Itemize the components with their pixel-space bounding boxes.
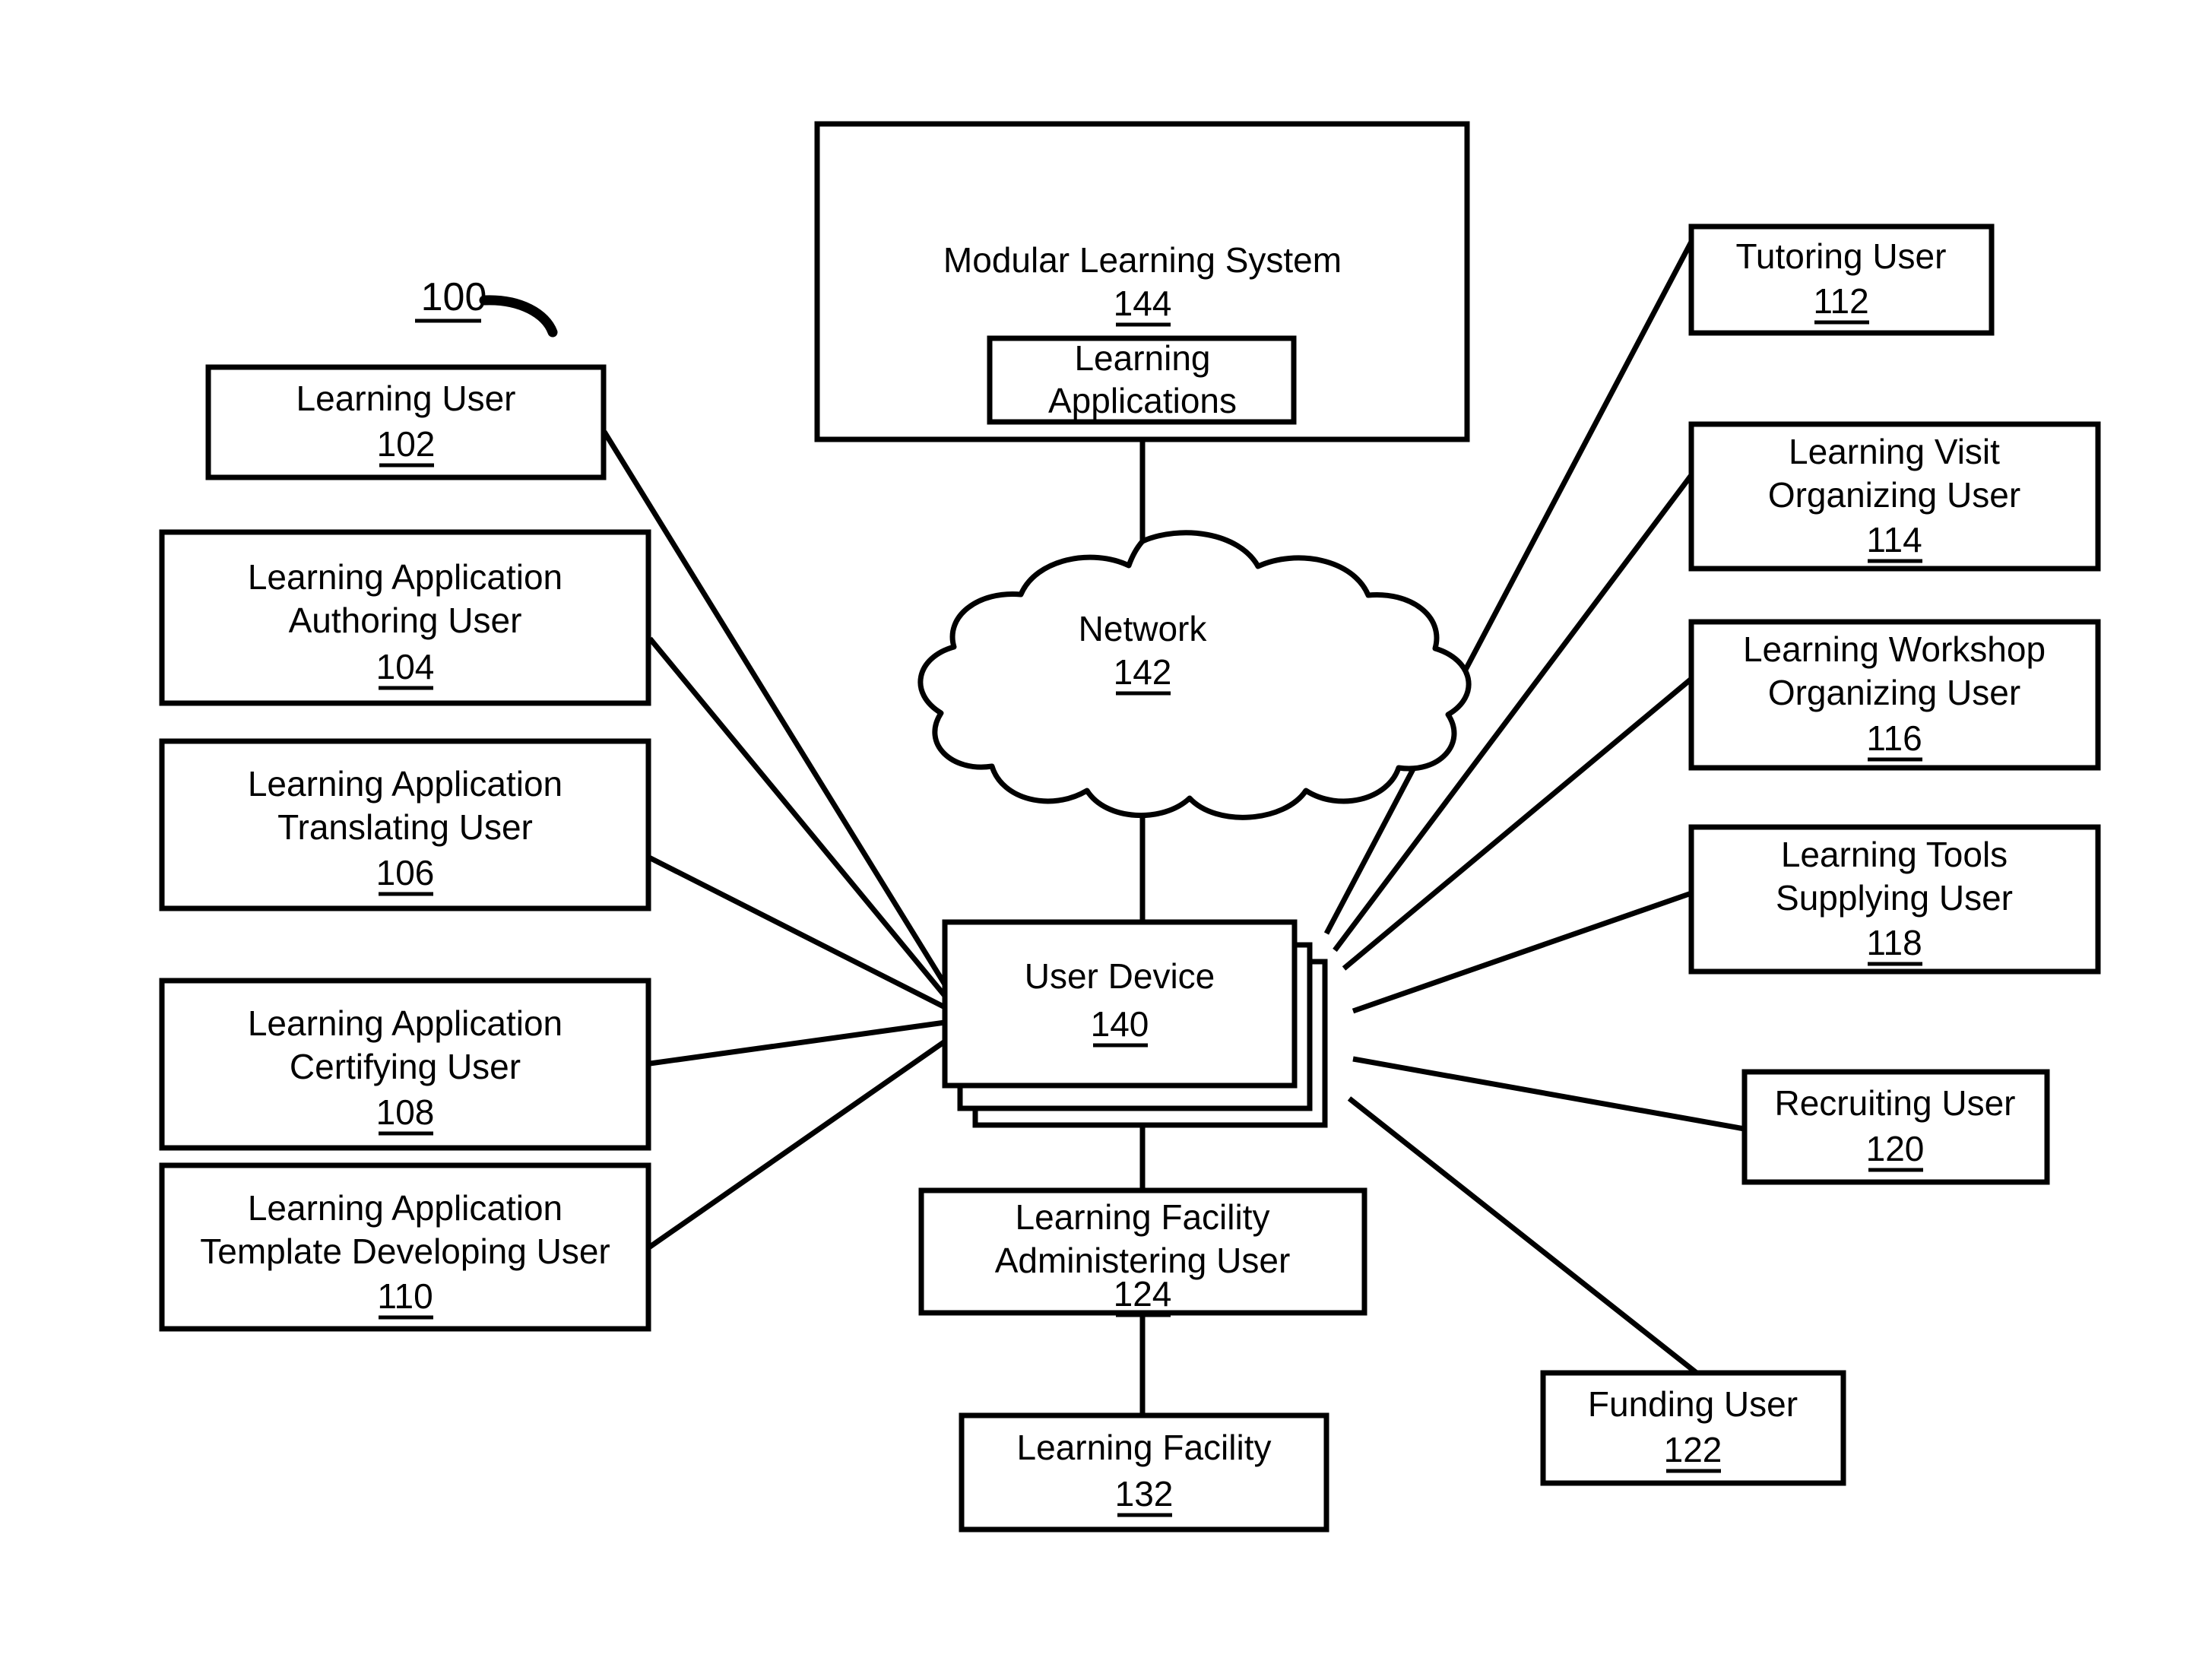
authoring-user-ref: 104 — [376, 647, 435, 686]
diagram-canvas: Modular Learning System 144 Learning App… — [159, 121, 2101, 1533]
cloud-shape — [917, 530, 1472, 820]
user-device-ref: 140 — [1091, 1004, 1149, 1044]
template-user-line1: Learning Application — [248, 1188, 563, 1228]
connector-certifying-userdevice — [644, 1019, 946, 1067]
connector-template-userdevice — [643, 1039, 946, 1253]
learning-applications-line1: Learning — [1074, 338, 1210, 378]
authoring-user-line2: Authoring User — [289, 601, 522, 640]
connector-translating-userdevice — [643, 852, 946, 1010]
tools-user-line1: Learning Tools — [1781, 835, 2008, 874]
workshop-user-line1: Learning Workshop — [1743, 629, 2046, 669]
node-funding-user[interactable]: Funding User 122 — [1540, 1370, 1846, 1486]
facility-admin-line1: Learning Facility — [1016, 1197, 1270, 1237]
node-tutoring-user[interactable]: Tutoring User 112 — [1688, 223, 1995, 336]
connector-userdevice-toolssupplying — [1352, 890, 1693, 1014]
tools-user-line2: Supplying User — [1776, 878, 2013, 918]
learning-applications-line2: Applications — [1048, 381, 1237, 420]
certifying-user-ref: 108 — [376, 1092, 435, 1132]
figure-id-number: 100 — [421, 275, 487, 319]
workshop-user-line2: Organizing User — [1768, 673, 2020, 712]
visit-user-line2: Organizing User — [1768, 475, 2020, 515]
node-learning-applications[interactable]: Learning Applications — [987, 335, 1297, 425]
template-user-ref: 110 — [377, 1276, 433, 1316]
learning-facility-title: Learning Facility — [1017, 1428, 1272, 1467]
connector-userdevice-funding — [1347, 1096, 1699, 1375]
figure-reference-label: 100 — [415, 275, 558, 338]
connector-userdevice-recruiting — [1352, 1056, 1745, 1132]
certifying-user-line2: Certifying User — [290, 1047, 521, 1086]
patent-figure: Modular Learning System 144 Learning App… — [0, 0, 2193, 1680]
node-facility-administering-user[interactable]: Learning Facility Administering User 124 — [918, 1187, 1367, 1317]
connector-authoring-userdevice — [648, 636, 947, 998]
facility-admin-ref: 124 — [1114, 1274, 1172, 1314]
connector-learninguser-userdevice — [602, 430, 947, 986]
node-recruiting-user[interactable]: Recruiting User 120 — [1741, 1069, 2050, 1185]
translating-user-line2: Translating User — [277, 807, 533, 847]
learning-facility-ref: 132 — [1115, 1474, 1174, 1514]
tools-user-ref: 118 — [1866, 923, 1922, 962]
node-workshop-organizing-user[interactable]: Learning Workshop Organizing User 116 — [1688, 619, 2101, 771]
funding-user-title: Funding User — [1588, 1384, 1798, 1424]
visit-user-line1: Learning Visit — [1789, 432, 2000, 471]
network-ref: 142 — [1114, 652, 1172, 692]
certifying-user-line1: Learning Application — [248, 1003, 563, 1043]
node-user-device[interactable]: User Device 140 — [942, 919, 1328, 1128]
tutoring-user-ref: 112 — [1813, 281, 1868, 321]
translating-user-ref: 106 — [376, 853, 435, 892]
figure-lead-curve — [479, 295, 558, 338]
node-certifying-user[interactable]: Learning Application Certifying User 108 — [159, 978, 651, 1151]
tutoring-user-title: Tutoring User — [1736, 236, 1947, 276]
mls-ref: 144 — [1114, 284, 1172, 323]
template-user-line2: Template Developing User — [200, 1231, 610, 1271]
learning-user-title: Learning User — [296, 379, 516, 418]
user-device-title: User Device — [1025, 956, 1215, 996]
node-learning-user[interactable]: Learning User 102 — [205, 364, 607, 480]
node-tools-supplying-user[interactable]: Learning Tools Supplying User 118 — [1688, 824, 2101, 975]
node-visit-organizing-user[interactable]: Learning Visit Organizing User 114 — [1688, 421, 2101, 572]
authoring-user-line1: Learning Application — [248, 557, 563, 597]
node-translating-user[interactable]: Learning Application Translating User 10… — [159, 738, 651, 911]
translating-user-line1: Learning Application — [248, 764, 563, 804]
funding-user-ref: 122 — [1664, 1430, 1722, 1469]
network-title: Network — [1079, 609, 1208, 648]
workshop-user-ref: 116 — [1866, 718, 1922, 758]
mls-title: Modular Learning System — [943, 240, 1342, 280]
node-template-developing-user[interactable]: Learning Application Template Developing… — [159, 1162, 651, 1332]
recruiting-user-title: Recruiting User — [1775, 1083, 2016, 1123]
node-authoring-user[interactable]: Learning Application Authoring User 104 — [159, 529, 651, 706]
learning-user-ref: 102 — [377, 424, 436, 464]
node-network[interactable]: Network 142 — [917, 530, 1472, 820]
node-learning-facility[interactable]: Learning Facility 132 — [959, 1412, 1329, 1533]
recruiting-user-ref: 120 — [1866, 1129, 1925, 1168]
visit-user-ref: 114 — [1866, 520, 1922, 559]
